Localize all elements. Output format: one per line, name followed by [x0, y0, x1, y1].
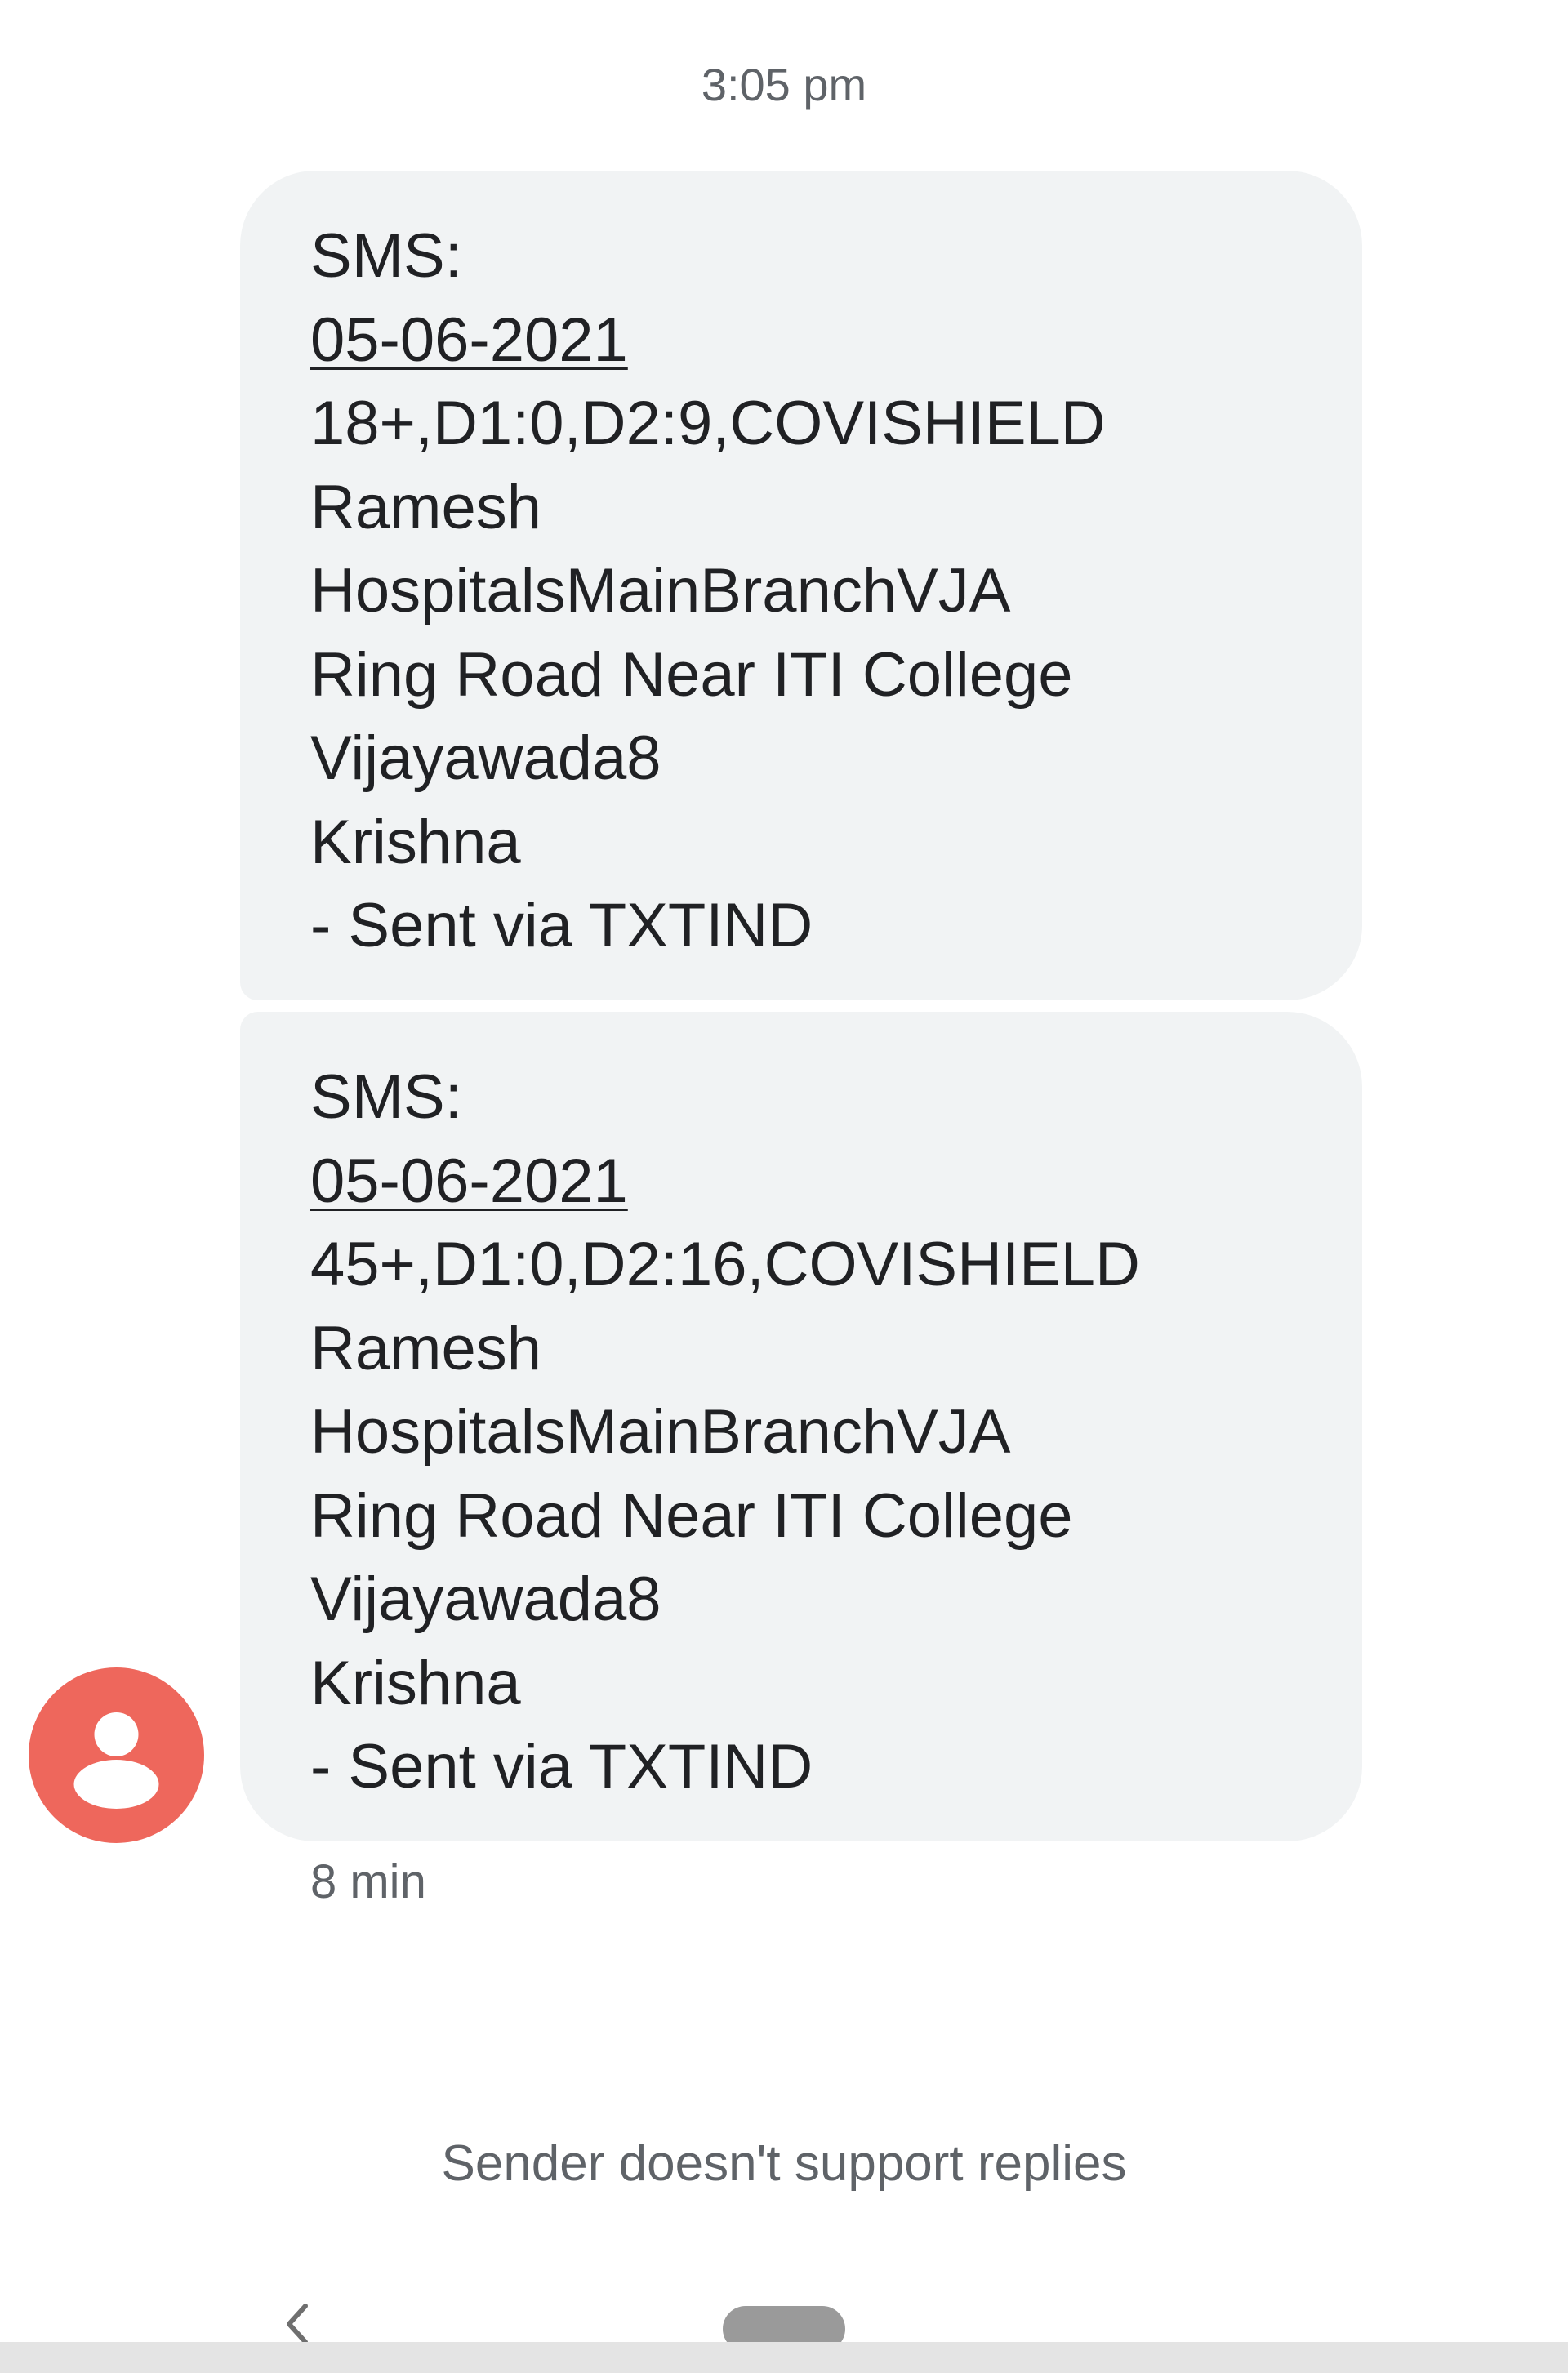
message-line: Vijayawada8: [310, 1565, 662, 1634]
message-line: Ramesh: [310, 472, 541, 542]
message-line: HospitalsMainBranchVJA: [310, 1397, 1011, 1467]
person-icon: [74, 1712, 159, 1809]
message-bubble[interactable]: SMS: 05-06-2021 45+,D1:0,D2:16,COVISHIEL…: [240, 1012, 1362, 1841]
message-line: - Sent via TXTIND: [310, 1732, 813, 1801]
message-line: Ring Road Near ITI College: [310, 1480, 1073, 1551]
message-line: 18+,D1:0,D2:9,COVISHIELD: [310, 389, 1106, 458]
message-text: SMS: 05-06-2021 45+,D1:0,D2:16,COVISHIEL…: [310, 1056, 1140, 1810]
message-line: Krishna: [310, 807, 521, 877]
message-text: SMS: 05-06-2021 18+,D1:0,D2:9,COVISHIELD…: [310, 215, 1106, 968]
message-line: - Sent via TXTIND: [310, 891, 813, 960]
message-line: SMS:: [310, 1062, 462, 1132]
message-line: Ring Road Near ITI College: [310, 639, 1073, 710]
message-elapsed-time: 8 min: [310, 1855, 426, 1908]
message-line: Ramesh: [310, 1313, 541, 1383]
message-line: 45+,D1:0,D2:16,COVISHIELD: [310, 1230, 1140, 1299]
message-date-link[interactable]: 05-06-2021: [310, 299, 1106, 383]
navigation-bar-strip: [0, 2342, 1568, 2373]
message-line: Vijayawada8: [310, 723, 662, 793]
sender-avatar[interactable]: [29, 1667, 204, 1843]
message-line: HospitalsMainBranchVJA: [310, 556, 1011, 626]
navigation-bar: [0, 2278, 1568, 2373]
no-reply-notice: Sender doesn't support replies: [441, 2135, 1127, 2192]
message-date-link[interactable]: 05-06-2021: [310, 1140, 1140, 1224]
conversation-screen: 3:05 pm SMS: 05-06-2021 18+,D1:0,D2:9,CO…: [0, 0, 1568, 2373]
message-bubble[interactable]: SMS: 05-06-2021 18+,D1:0,D2:9,COVISHIELD…: [240, 171, 1362, 1000]
message-line: Krishna: [310, 1648, 521, 1718]
message-line: SMS:: [310, 221, 462, 291]
message-timestamp: 3:05 pm: [701, 59, 867, 110]
